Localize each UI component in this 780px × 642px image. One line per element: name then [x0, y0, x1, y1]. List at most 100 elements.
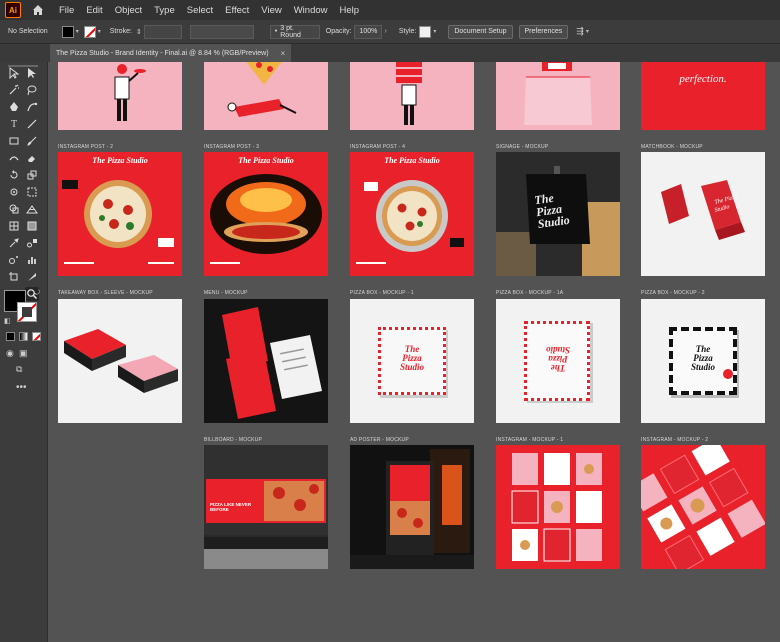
artboard-instagram-post-2[interactable]: The Pizza Studio [58, 152, 182, 276]
close-tab-icon[interactable]: × [281, 49, 286, 58]
direct-selection-tool-icon[interactable] [25, 66, 39, 80]
variable-width-profile[interactable] [189, 24, 254, 39]
column-graph-tool-icon[interactable] [25, 253, 39, 267]
stroke-stepper-icon[interactable]: ⇕ [136, 28, 142, 36]
artboard-row1-4[interactable] [496, 62, 620, 130]
artboard-row1-3[interactable] [350, 62, 474, 130]
box-line-1: The [550, 363, 566, 373]
app-logo-icon: Ai [5, 2, 21, 18]
default-colors-icon[interactable]: ◧ [4, 317, 11, 325]
eyedropper-tool-icon[interactable] [7, 236, 21, 250]
artboard-instagram-post-3[interactable]: The Pizza Studio [204, 152, 328, 276]
menu-edit[interactable]: Edit [86, 5, 102, 16]
shaper-tool-icon[interactable] [7, 151, 21, 165]
stroke-swatch[interactable] [83, 25, 96, 38]
document-tab[interactable]: The Pizza Studio - Brand Identity - Fina… [50, 44, 292, 62]
blend-tool-icon[interactable] [25, 236, 39, 250]
box-line-3: Studio [399, 362, 424, 372]
oven-image [210, 174, 322, 264]
artboard-matchbook-mockup[interactable]: The Pizza Studio [641, 152, 765, 276]
slice-tool-icon[interactable] [25, 270, 39, 284]
draw-normal-icon[interactable]: ◉ [6, 348, 14, 359]
free-transform-tool-icon[interactable] [25, 185, 39, 199]
menu-file[interactable]: File [59, 5, 74, 16]
style-dropdown-icon[interactable]: ▾ [433, 28, 436, 35]
menu-photo [222, 307, 322, 419]
brush-definition-field[interactable]: • 3 pt. Round [269, 24, 320, 39]
bullet-icon: • [274, 28, 278, 35]
artboard-instagram-post-4[interactable]: The Pizza Studio [350, 152, 474, 276]
line-segment-tool-icon[interactable] [25, 117, 39, 131]
swap-colors-icon[interactable]: ⤾ [34, 290, 40, 298]
gradient-mode-icon[interactable] [19, 332, 28, 341]
menu-select[interactable]: Select [187, 5, 213, 16]
menu-window[interactable]: Window [294, 5, 328, 16]
artboard-tool-icon[interactable] [7, 270, 21, 284]
artboard-row1-5[interactable]: perfection. [641, 62, 765, 130]
opacity-chevron-icon[interactable]: › [384, 28, 386, 35]
brush-definition-value: 3 pt. Round [280, 24, 301, 39]
mesh-tool-icon[interactable] [7, 219, 21, 233]
none-mode-icon[interactable] [32, 332, 41, 341]
artboard-row1-2[interactable] [204, 62, 328, 130]
menu-help[interactable]: Help [340, 5, 360, 16]
stroke-color-box[interactable] [17, 302, 37, 322]
artboard-menu-mockup[interactable] [204, 299, 328, 423]
arrange-documents-icon[interactable]: ⇶ [576, 26, 584, 37]
artboard-canvas[interactable]: perfection. INSTAGRAM POST - 2 INSTAGRAM… [48, 62, 780, 642]
preferences-button[interactable]: Preferences [518, 24, 569, 39]
puppet-warp-tool-icon[interactable] [7, 185, 21, 199]
edit-toolbar-icon[interactable]: ••• [16, 382, 27, 393]
artboard-pizza-box-mockup-1a[interactable]: The Pizza Studio [496, 299, 620, 423]
shape-builder-tool-icon[interactable] [7, 202, 21, 216]
rotate-tool-icon[interactable] [7, 168, 21, 182]
home-icon[interactable] [31, 3, 45, 17]
color-mode-icon[interactable] [6, 332, 15, 341]
opacity-field[interactable]: 100% [354, 24, 383, 39]
menu-object[interactable]: Object [115, 5, 142, 16]
eraser-tool-icon[interactable] [25, 151, 39, 165]
stroke-weight-field[interactable] [143, 24, 182, 39]
artboard-pizza-box-mockup-1[interactable]: The Pizza Studio [350, 299, 474, 423]
magic-wand-tool-icon[interactable] [7, 83, 21, 97]
artboard-instagram-mockup-2[interactable] [641, 445, 765, 569]
artboard-label: TAKEAWAY BOX - SLEEVE - MOCKUP [58, 290, 153, 296]
draw-behind-icon[interactable]: ▣ [19, 348, 28, 359]
illustration-pizza-slice [227, 62, 297, 117]
type-tool-icon[interactable]: T [7, 117, 21, 131]
menu-type[interactable]: Type [154, 5, 175, 16]
menu-effect[interactable]: Effect [225, 5, 249, 16]
stroke-dropdown-icon[interactable]: ▾ [98, 28, 101, 35]
document-setup-button[interactable]: Document Setup [448, 24, 513, 39]
box-line-2: Pizza [548, 354, 568, 364]
artboard-row1-1[interactable] [58, 62, 182, 130]
arrange-dropdown-icon[interactable]: ▾ [586, 28, 589, 35]
artboard-billboard-mockup[interactable]: PIZZA LIKE NEVER BEFORE [204, 445, 328, 569]
scale-tool-icon[interactable] [25, 168, 39, 182]
fill-dropdown-icon[interactable]: ▾ [76, 28, 79, 35]
fill-swatch[interactable] [61, 25, 74, 38]
instagram-tiles-photo [641, 445, 765, 569]
paintbrush-tool-icon[interactable] [25, 134, 39, 148]
graphic-style-swatch[interactable] [419, 25, 432, 38]
perspective-grid-tool-icon[interactable] [25, 202, 39, 216]
artboard-instagram-mockup-1[interactable] [496, 445, 620, 569]
gradient-tool-icon[interactable] [25, 219, 39, 233]
lasso-tool-icon[interactable] [25, 83, 39, 97]
box-line-3: Studio [690, 362, 715, 372]
artboard-pizza-box-mockup-2[interactable]: The Pizza Studio [641, 299, 765, 423]
document-tab-title: The Pizza Studio - Brand Identity - Fina… [56, 49, 269, 57]
selection-tool-icon[interactable] [7, 66, 21, 80]
menu-view[interactable]: View [261, 5, 281, 16]
symbol-sprayer-tool-icon[interactable] [7, 253, 21, 267]
artboard-takeaway-box-mockup[interactable] [58, 299, 182, 423]
document-tab-bar: The Pizza Studio - Brand Identity - Fina… [0, 44, 780, 62]
rectangle-tool-icon[interactable] [7, 134, 21, 148]
pen-tool-icon[interactable] [7, 100, 21, 114]
illustrator-window: Ai File Edit Object Type Select Effect V… [0, 0, 780, 642]
screen-mode-icon[interactable]: ⧉ [16, 364, 22, 375]
artboard-signage-mockup[interactable]: The Pizza Studio [496, 152, 620, 276]
curvature-tool-icon[interactable] [25, 100, 39, 114]
pizza-image [356, 180, 464, 264]
artboard-ad-poster-mockup[interactable] [350, 445, 474, 569]
